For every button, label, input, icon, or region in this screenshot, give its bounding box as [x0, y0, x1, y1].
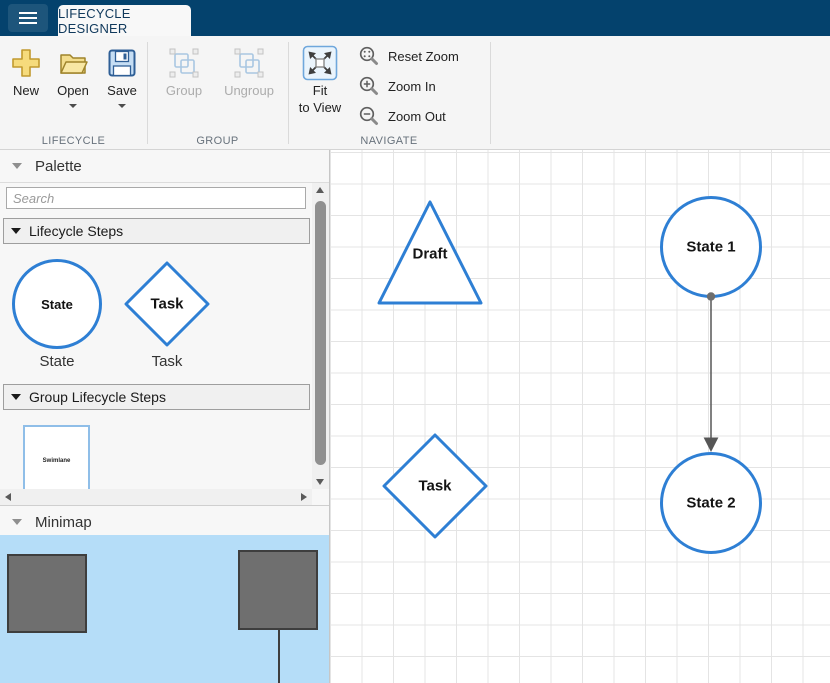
- new-plus-icon: [9, 46, 43, 80]
- ungroup-label: Ungroup: [224, 83, 274, 98]
- group-button[interactable]: Group: [155, 46, 213, 98]
- palette-vertical-scrollbar[interactable]: [312, 183, 329, 489]
- collapse-arrow-icon[interactable]: [11, 228, 21, 234]
- collapse-arrow-icon[interactable]: [12, 519, 22, 525]
- ribbon-divider: [490, 42, 491, 144]
- scroll-left-arrow-icon[interactable]: [5, 493, 11, 501]
- swimlane-label: Swimlane: [43, 458, 71, 464]
- node-task[interactable]: Task: [384, 435, 486, 537]
- palette-caption-task: Task: [122, 353, 212, 370]
- collapse-arrow-icon[interactable]: [11, 394, 21, 400]
- fit-to-view-button[interactable]: Fit to View: [296, 44, 344, 116]
- edge-arrowhead-icon: [704, 438, 719, 453]
- ribbon-divider: [147, 42, 148, 144]
- zoom-in-button[interactable]: Zoom In: [358, 74, 436, 98]
- edge-state1-state2[interactable]: [704, 292, 719, 452]
- node-state1-label: State 1: [686, 239, 735, 256]
- state-shape-label: State: [41, 297, 73, 312]
- fit-to-view-icon: [301, 44, 339, 82]
- save-button[interactable]: Save: [101, 46, 143, 108]
- palette-header[interactable]: Palette: [0, 150, 329, 183]
- toolstrip-ribbon: New Open Save LIFECYCLE: [0, 36, 830, 150]
- minimap-viewport[interactable]: [0, 535, 329, 683]
- reset-zoom-button[interactable]: Reset Zoom: [358, 44, 459, 68]
- fit-to-view-label-line2: to View: [299, 99, 341, 116]
- tab-lifecycle-designer[interactable]: LIFECYCLE DESIGNER: [58, 5, 191, 36]
- scroll-right-arrow-icon[interactable]: [301, 493, 307, 501]
- save-label: Save: [107, 83, 137, 98]
- diagram-canvas[interactable]: Draft State 1 State 2 Task: [330, 150, 830, 683]
- section-label-group: GROUP: [147, 135, 288, 147]
- scroll-down-arrow-icon[interactable]: [316, 479, 324, 485]
- node-state1[interactable]: State 1: [662, 198, 761, 297]
- minimap-title: Minimap: [35, 514, 92, 531]
- group-label: Group: [166, 83, 202, 98]
- fit-to-view-label-line1: Fit: [313, 82, 327, 99]
- side-panel: Palette Lifecycle Steps State Task State…: [0, 150, 330, 683]
- minimap-node[interactable]: [7, 554, 87, 633]
- node-state2[interactable]: State 2: [662, 454, 761, 553]
- new-label: New: [13, 83, 39, 98]
- node-draft-label: Draft: [412, 246, 447, 263]
- minimap-node[interactable]: [238, 550, 318, 630]
- vertical-scrollbar-thumb[interactable]: [315, 201, 326, 465]
- lifecycle-designer-app: LIFECYCLE DESIGNER New Open: [0, 0, 830, 683]
- zoom-in-icon: [358, 75, 380, 97]
- palette-title: Palette: [35, 158, 82, 175]
- palette-horizontal-scrollbar[interactable]: [0, 489, 312, 505]
- open-label: Open: [57, 83, 89, 98]
- task-shape-label: Task: [150, 296, 184, 313]
- ribbon-divider: [288, 42, 289, 144]
- open-folder-icon: [56, 46, 90, 80]
- group-lifecycle-steps-section-header[interactable]: Group Lifecycle Steps: [3, 384, 310, 410]
- section-label-navigate: NAVIGATE: [288, 135, 490, 147]
- zoom-out-button[interactable]: Zoom Out: [358, 104, 446, 128]
- minimap-edge: [278, 630, 280, 683]
- palette-item-swimlane[interactable]: Swimlane: [23, 425, 90, 496]
- scroll-up-arrow-icon[interactable]: [316, 187, 324, 193]
- save-floppy-icon: [105, 46, 139, 80]
- zoom-out-label: Zoom Out: [388, 109, 446, 124]
- section-label-lifecycle: LIFECYCLE: [0, 135, 147, 147]
- palette-caption-state: State: [12, 353, 102, 370]
- open-dropdown-caret-icon[interactable]: [69, 104, 77, 108]
- save-dropdown-caret-icon[interactable]: [118, 104, 126, 108]
- zoom-out-icon: [358, 105, 380, 127]
- title-bar: LIFECYCLE DESIGNER: [0, 0, 830, 36]
- palette-item-state[interactable]: State: [12, 259, 102, 349]
- reset-zoom-icon: [358, 45, 380, 67]
- node-draft[interactable]: Draft: [379, 202, 481, 303]
- group-lifecycle-steps-title: Group Lifecycle Steps: [29, 389, 166, 405]
- palette-search-input[interactable]: [6, 187, 306, 209]
- reset-zoom-label: Reset Zoom: [388, 49, 459, 64]
- zoom-in-label: Zoom In: [388, 79, 436, 94]
- palette-item-task[interactable]: Task: [122, 259, 212, 349]
- edge-source-anchor[interactable]: [707, 292, 715, 300]
- tab-label: LIFECYCLE DESIGNER: [58, 6, 191, 36]
- group-icon: [167, 46, 201, 80]
- new-button[interactable]: New: [5, 46, 47, 98]
- minimap-header[interactable]: Minimap: [0, 505, 329, 538]
- hamburger-menu-icon[interactable]: [8, 4, 48, 32]
- ungroup-button[interactable]: Ungroup: [216, 46, 282, 98]
- lifecycle-steps-section-header[interactable]: Lifecycle Steps: [3, 218, 310, 244]
- open-button[interactable]: Open: [50, 46, 96, 108]
- ungroup-icon: [232, 46, 266, 80]
- node-state2-label: State 2: [686, 495, 735, 512]
- lifecycle-steps-title: Lifecycle Steps: [29, 223, 123, 239]
- collapse-arrow-icon[interactable]: [12, 163, 22, 169]
- node-task-label: Task: [418, 478, 452, 495]
